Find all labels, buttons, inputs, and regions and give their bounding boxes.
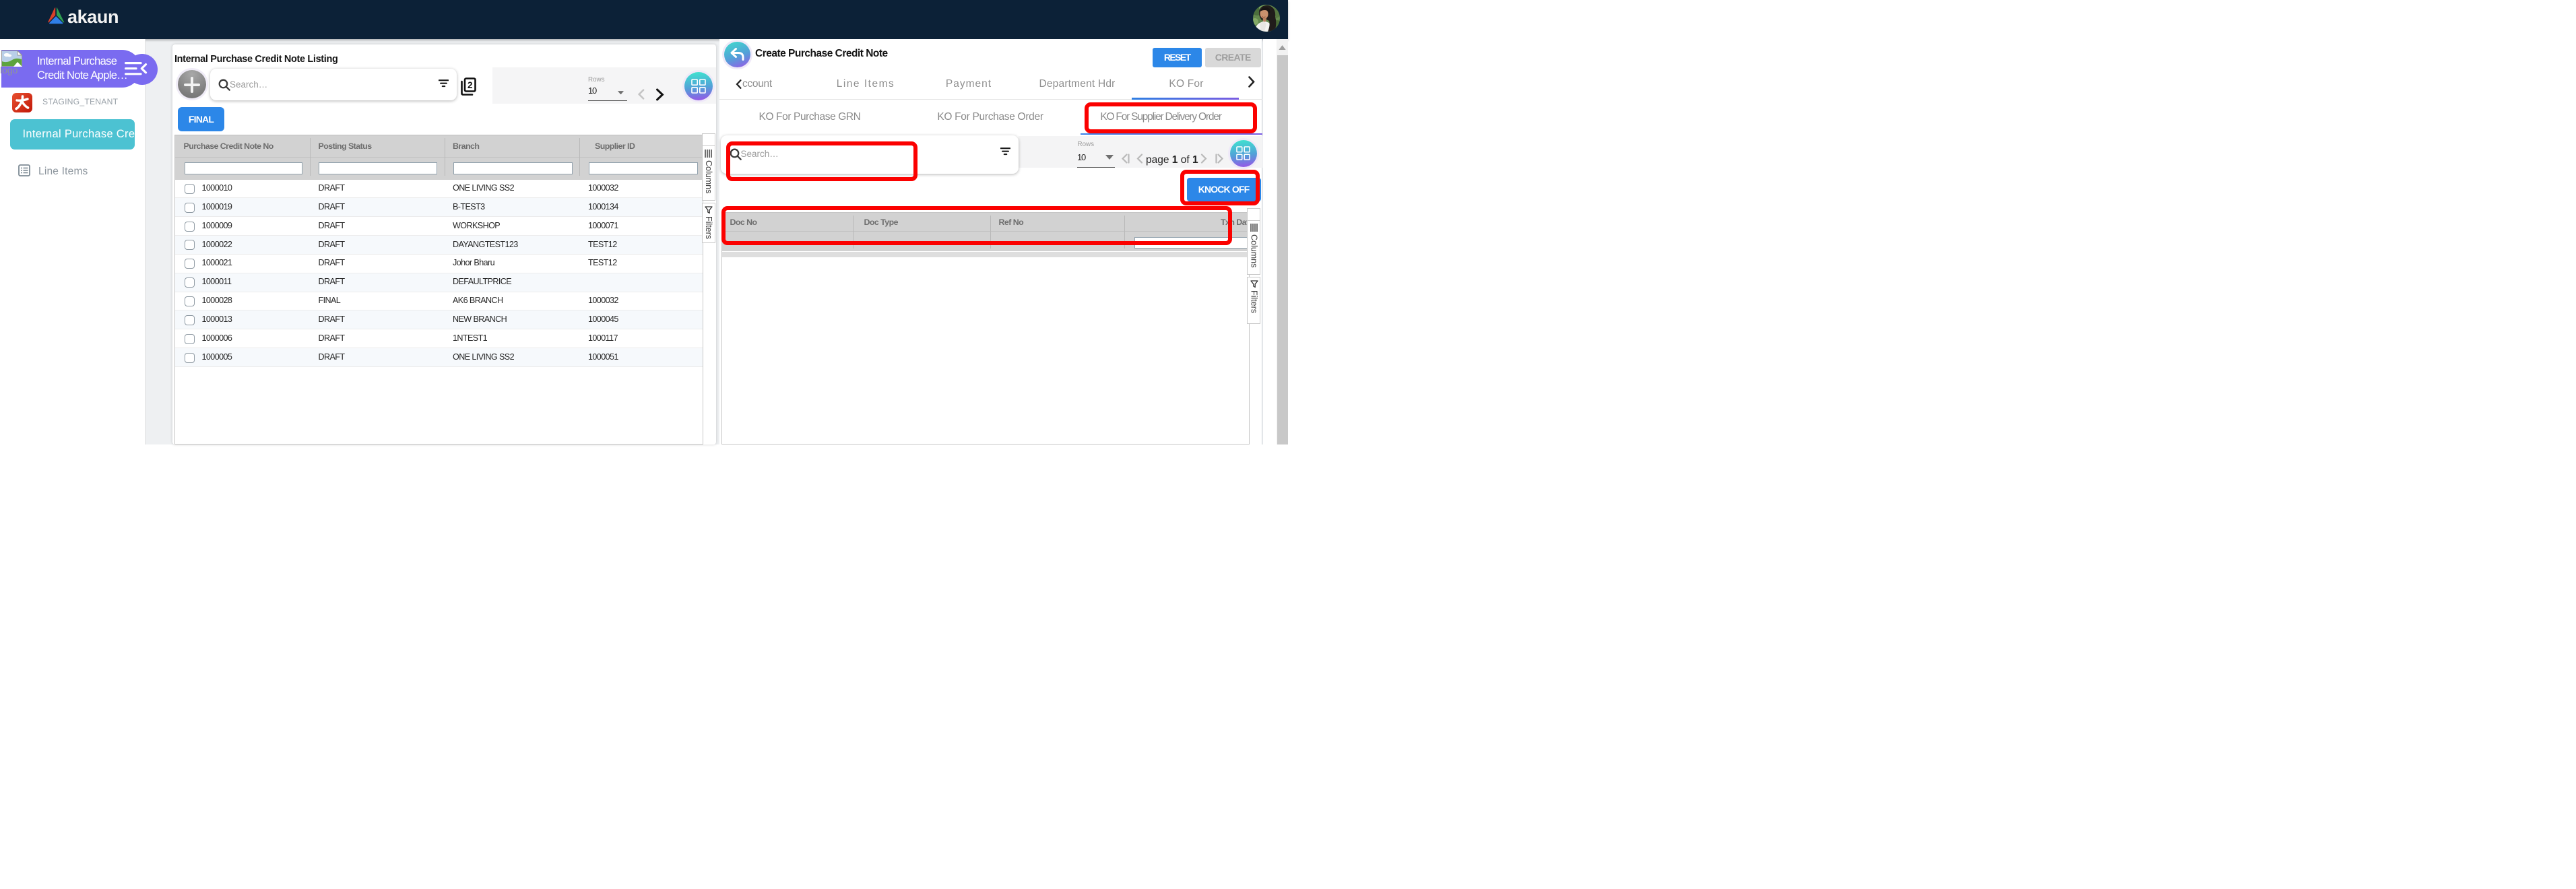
svg-text:2: 2 [468, 80, 473, 90]
